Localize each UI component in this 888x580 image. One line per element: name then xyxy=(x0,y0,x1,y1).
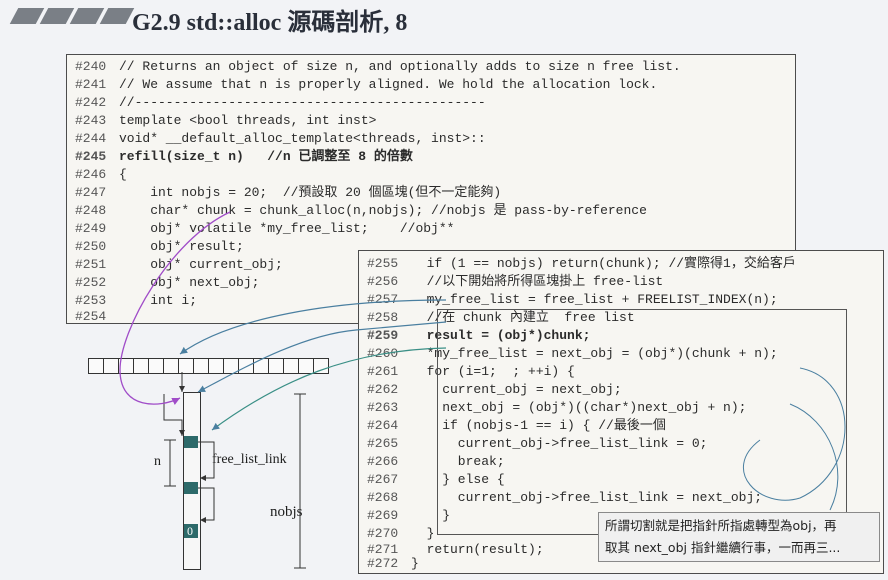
diagram-arrows xyxy=(119,211,846,569)
explanation-note: 所謂切割就是把指針所指處轉型為obj，再 取其 next_obj 指針繼續行事，… xyxy=(598,512,880,562)
note-line: 所謂切割就是把指針所指處轉型為obj，再 xyxy=(605,518,837,533)
note-line: 取其 next_obj 指針繼續行事，一而再三... xyxy=(605,540,841,555)
